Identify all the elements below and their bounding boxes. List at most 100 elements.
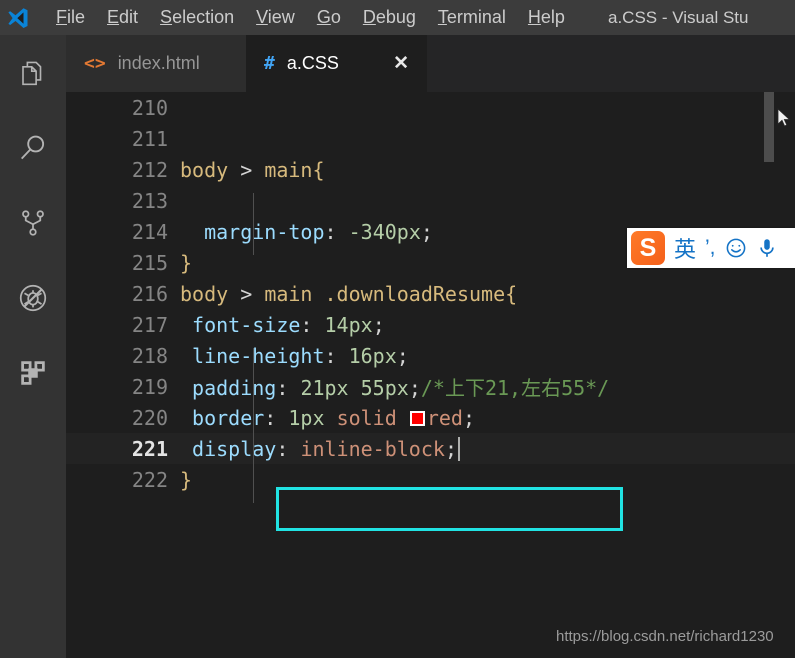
code-token: ; <box>396 343 409 368</box>
menu-view[interactable]: View <box>245 0 306 35</box>
sogou-logo-icon[interactable]: S <box>631 231 665 265</box>
extensions-icon[interactable] <box>0 335 66 410</box>
tab-index-html[interactable]: <> index.html <box>66 35 246 92</box>
code-token: 14px <box>324 312 373 337</box>
menu-help-label: elp <box>540 7 565 27</box>
sogou-ime-toolbar[interactable]: S 英 ’, <box>627 228 795 268</box>
menu-selection[interactable]: Selection <box>149 0 245 35</box>
menu-file-label: ile <box>67 7 86 27</box>
menu-go-label: o <box>330 7 341 27</box>
line-number: 211 <box>131 126 168 151</box>
code-token: body <box>180 281 241 306</box>
line-content: line-height: 16px; <box>180 344 795 368</box>
code-token: } <box>180 467 193 492</box>
activity-bar <box>0 35 66 658</box>
code-token: padding <box>192 376 277 400</box>
menu-terminal-label: erminal <box>446 7 506 27</box>
tab-a-css[interactable]: # a.CSS ✕ <box>246 35 427 92</box>
code-line-210[interactable]: 210 <box>66 92 795 123</box>
line-number: 215 <box>131 250 168 275</box>
code-line-216[interactable]: 216 body > main .downloadResume{ <box>66 278 795 309</box>
code-token: main .downloadResume <box>264 281 506 306</box>
menu-file-mnemonic: F <box>56 7 67 27</box>
code-line-217[interactable]: 217 font-size: 14px; <box>66 309 795 340</box>
code-token: : <box>300 312 325 337</box>
code-line-220[interactable]: 220 border: 1px solid red; <box>66 402 795 433</box>
code-token: : <box>324 219 349 244</box>
code-token: } <box>180 250 193 275</box>
code-line-221[interactable]: 221 display: inline-block; <box>66 433 795 464</box>
line-number: 218 <box>131 343 168 368</box>
code-token: : <box>324 343 349 368</box>
line-content: } <box>180 468 795 492</box>
menu-edit-label: dit <box>119 7 139 27</box>
code-token: display <box>192 436 277 461</box>
code-line-218[interactable]: 218 line-height: 16px; <box>66 340 795 371</box>
menu-debug-label: ebug <box>375 7 416 27</box>
editor-scrollbar[interactable] <box>764 92 774 162</box>
search-icon[interactable] <box>0 110 66 185</box>
line-number: 217 <box>131 312 168 337</box>
menu-terminal[interactable]: Terminal <box>427 0 517 35</box>
line-content: border: 1px solid red; <box>180 406 795 430</box>
line-content: body > main .downloadResume{ <box>180 282 795 306</box>
line-number: 210 <box>131 95 168 120</box>
line-number: 220 <box>131 405 168 430</box>
code-line-212[interactable]: 212 body > main{ <box>66 154 795 185</box>
code-token: -340px <box>348 219 421 244</box>
menu-terminal-mnemonic: T <box>437 7 447 27</box>
ime-voice-input-button[interactable] <box>756 237 778 259</box>
code-token: ; <box>462 405 475 430</box>
menu-help[interactable]: Help <box>517 0 576 35</box>
menu-view-label: iew <box>267 7 295 27</box>
code-line-222[interactable]: 222} <box>66 464 795 495</box>
menu-debug[interactable]: Debug <box>352 0 427 35</box>
code-token: main <box>264 157 313 182</box>
close-icon[interactable]: ✕ <box>393 54 409 73</box>
html-file-icon: <> <box>84 53 106 74</box>
menu-view-mnemonic: V <box>256 7 268 27</box>
text-caret <box>457 436 460 461</box>
menu-edit-mnemonic: E <box>107 7 120 27</box>
code-token: line-height <box>192 343 325 368</box>
color-swatch[interactable] <box>409 410 425 426</box>
code-lines-container: 210 211 212 body > main{213 214 margin-top: … <box>66 92 795 495</box>
indent-guide <box>253 348 254 503</box>
menu-bar[interactable]: File Edit Selection View Go Debug Termin… <box>45 0 576 35</box>
ime-language-mode[interactable]: 英 <box>674 232 696 264</box>
explorer-icon[interactable] <box>0 35 66 110</box>
code-line-213[interactable]: 213 <box>66 185 795 216</box>
source-control-icon[interactable] <box>0 185 66 260</box>
code-editor[interactable]: 210 211 212 body > main{213 214 margin-top: … <box>66 92 795 658</box>
menu-go[interactable]: Go <box>306 0 352 35</box>
code-token: { <box>505 281 518 306</box>
run-debug-icon[interactable] <box>0 260 66 335</box>
line-content: display: inline-block; <box>180 436 795 461</box>
ime-punctuation-toggle[interactable]: ’, <box>705 236 716 260</box>
tab-index-html-label: index.html <box>117 53 200 73</box>
menu-selection-mnemonic: S <box>160 7 173 27</box>
tab-a-css-label: a.CSS <box>286 53 339 73</box>
code-token: > <box>240 281 265 306</box>
menu-go-mnemonic: G <box>316 7 331 27</box>
code-token: red <box>426 405 463 430</box>
menu-edit[interactable]: Edit <box>96 0 149 35</box>
line-content: padding: 21px 55px;/*上下21,左右55*/ <box>180 372 795 401</box>
title-bar: File Edit Selection View Go Debug Termin… <box>0 0 795 35</box>
code-line-219[interactable]: 219 padding: 21px 55px;/*上下21,左右55*/ <box>66 371 795 402</box>
code-token: : <box>276 376 301 400</box>
ime-emoji-button[interactable] <box>725 237 747 259</box>
code-token: 16px <box>348 343 397 368</box>
code-token: ; <box>444 436 457 461</box>
indent-guide <box>253 193 254 255</box>
menu-file[interactable]: File <box>45 0 96 35</box>
css-file-icon: # <box>264 53 275 74</box>
code-line-211[interactable]: 211 <box>66 123 795 154</box>
